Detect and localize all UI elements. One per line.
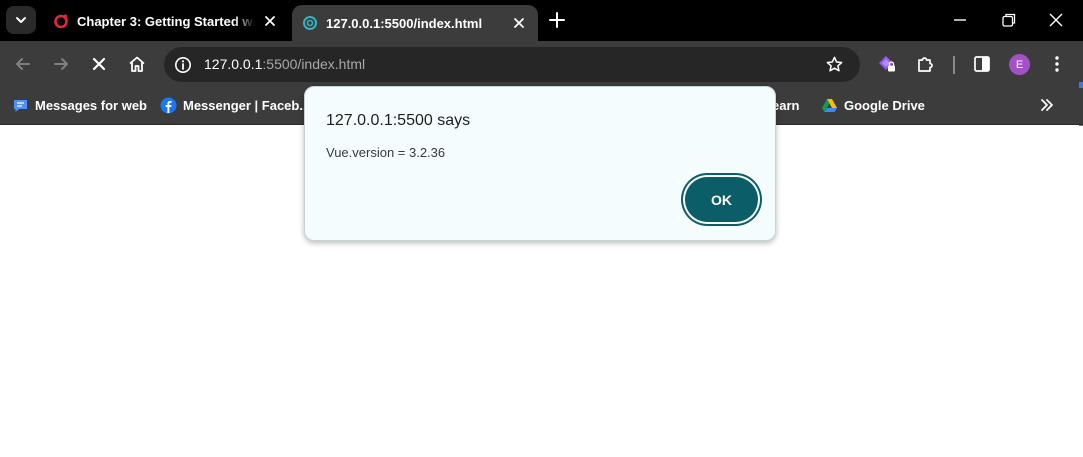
extensions-puzzle-icon[interactable]	[915, 54, 935, 74]
address-bar[interactable]: 127.0.0.1:5500/index.html	[164, 47, 860, 82]
close-tab-icon[interactable]	[512, 16, 526, 30]
browser-toolbar: 127.0.0.1:5500/index.html E	[0, 41, 1083, 129]
loading-spinner-icon	[303, 16, 317, 30]
tab-chapter-3[interactable]: Chapter 3: Getting Started with	[43, 5, 289, 37]
google-drive-icon	[822, 98, 837, 112]
bookmark-label: Messages for web	[35, 97, 147, 113]
chevron-down-icon	[16, 17, 26, 23]
tab-title: Chapter 3: Getting Started with	[77, 13, 255, 29]
alert-dialog: 127.0.0.1:5500 says Vue.version = 3.2.36…	[304, 86, 776, 241]
restore-icon[interactable]	[1001, 12, 1017, 28]
double-chevron-right-icon[interactable]	[1038, 96, 1056, 114]
site-info-icon[interactable]	[174, 56, 192, 74]
bookmark-label: Google Drive	[844, 97, 925, 113]
bookmark-messages-for-web[interactable]: Messages for web	[12, 94, 147, 116]
dialog-message: Vue.version = 3.2.36	[326, 145, 446, 160]
stop-loading-icon[interactable]	[89, 54, 109, 74]
tab-index-html[interactable]: 127.0.0.1:5500/index.html	[292, 5, 538, 41]
url-path: :5500/index.html	[262, 56, 366, 72]
back-arrow-icon[interactable]	[13, 54, 33, 74]
profile-avatar[interactable]: E	[1009, 54, 1030, 75]
facebook-icon	[160, 97, 177, 113]
opera-o-icon	[54, 14, 68, 29]
bookmark-messenger-facebook[interactable]: Messenger | Faceb...	[160, 94, 310, 116]
bookmark-label: earn	[772, 97, 800, 113]
password-manager-extension-icon[interactable]	[877, 54, 897, 74]
close-tab-icon[interactable]	[263, 14, 277, 28]
forward-arrow-icon[interactable]	[51, 54, 71, 74]
new-tab-plus-icon[interactable]	[548, 11, 566, 29]
toolbar-separator	[953, 56, 955, 74]
url-text[interactable]: 127.0.0.1:5500/index.html	[204, 56, 365, 72]
bookmark-label: Messenger | Faceb...	[183, 97, 311, 113]
home-icon[interactable]	[127, 54, 147, 74]
messages-icon	[14, 99, 27, 112]
more-menu-icon[interactable]	[1047, 54, 1067, 74]
dialog-title: 127.0.0.1:5500 says	[326, 112, 471, 129]
side-panel-icon[interactable]	[972, 54, 992, 74]
minimize-icon[interactable]	[952, 12, 968, 28]
close-window-icon[interactable]	[1048, 12, 1064, 28]
tab-strip: Chapter 3: Getting Started with 127.0.0.…	[0, 0, 1083, 41]
bookmark-star-icon[interactable]	[825, 55, 844, 74]
url-host: 127.0.0.1	[204, 56, 263, 72]
ok-button[interactable]: OK	[685, 177, 758, 222]
bookmark-learn[interactable]: earn	[772, 94, 799, 116]
tab-search-button[interactable]	[6, 6, 36, 34]
tab-title: 127.0.0.1:5500/index.html	[326, 15, 483, 31]
bookmark-google-drive[interactable]: Google Drive	[821, 94, 925, 116]
